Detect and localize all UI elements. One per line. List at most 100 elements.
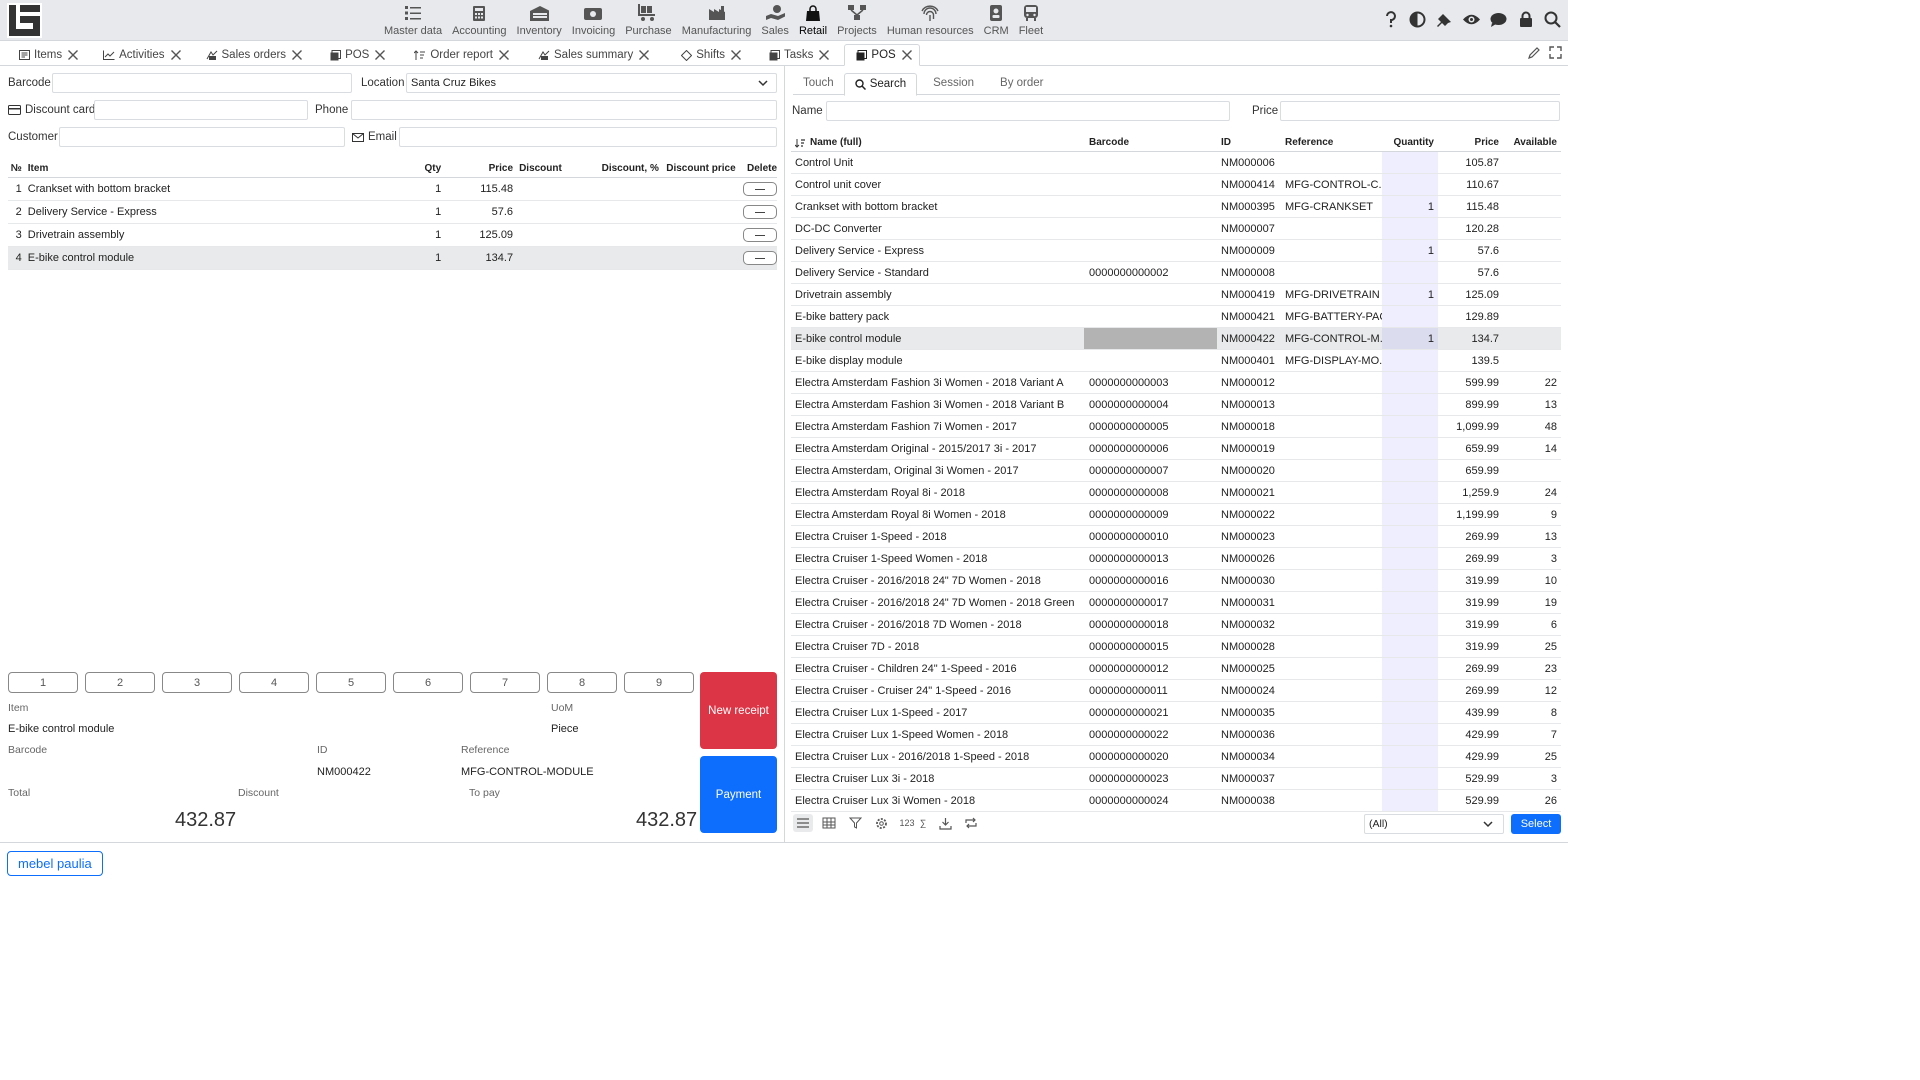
product-quantity[interactable] bbox=[1382, 306, 1438, 327]
product-quantity[interactable] bbox=[1382, 174, 1438, 195]
product-row[interactable]: Delivery Service - Standard 0000000000002… bbox=[791, 262, 1561, 284]
product-quantity[interactable] bbox=[1382, 372, 1438, 393]
col-name-full[interactable]: Name (full) bbox=[791, 137, 1084, 148]
product-row[interactable]: Drivetrain assembly NM000419 MFG-DRIVETRAI… bbox=[791, 284, 1561, 306]
discount-card-input[interactable] bbox=[94, 100, 308, 120]
table-view-icon[interactable] bbox=[819, 814, 839, 832]
product-row[interactable]: DC-DC Converter NM000007 120.28 bbox=[791, 218, 1561, 240]
module-retail[interactable]: Retail bbox=[794, 0, 832, 41]
row-qty[interactable]: 1 bbox=[385, 183, 441, 195]
product-row[interactable]: Electra Amsterdam Fashion 7i Women - 201… bbox=[791, 416, 1561, 438]
product-row[interactable]: Control Unit NM000006 105.87 bbox=[791, 152, 1561, 174]
product-quantity[interactable]: 1 bbox=[1382, 240, 1438, 261]
eye-icon[interactable] bbox=[1462, 10, 1481, 29]
numpad-key-4[interactable]: 4 bbox=[239, 672, 309, 693]
row-qty[interactable]: 1 bbox=[385, 229, 441, 241]
product-row[interactable]: Electra Amsterdam, Original 3i Women - 2… bbox=[791, 460, 1561, 482]
product-row[interactable]: Crankset with bottom bracket NM000395 MFG-… bbox=[791, 196, 1561, 218]
phone-input[interactable] bbox=[351, 100, 777, 120]
row-qty[interactable]: 1 bbox=[385, 252, 441, 264]
product-quantity[interactable] bbox=[1382, 262, 1438, 283]
theme-contrast-icon[interactable] bbox=[1408, 10, 1427, 29]
numbers-icon[interactable]: 123 bbox=[897, 814, 917, 832]
module-crm[interactable]: CRM bbox=[979, 0, 1014, 41]
product-quantity[interactable] bbox=[1382, 614, 1438, 635]
col-item[interactable]: Item bbox=[28, 163, 385, 174]
module-sales[interactable]: Sales bbox=[756, 0, 794, 41]
tab-activities[interactable]: Activities bbox=[93, 44, 187, 66]
product-row[interactable]: E-bike display module NM000401 MFG-DISPLAY… bbox=[791, 350, 1561, 372]
price-filter-input[interactable] bbox=[1280, 101, 1560, 121]
col-discount-price[interactable]: Discount price bbox=[663, 163, 735, 174]
product-quantity[interactable] bbox=[1382, 438, 1438, 459]
product-quantity[interactable]: 1 bbox=[1382, 328, 1438, 349]
tab-shifts[interactable]: Shifts bbox=[670, 44, 748, 66]
col-quantity[interactable]: Quantity bbox=[1382, 134, 1438, 151]
module-manufacturing[interactable]: Manufacturing bbox=[677, 0, 757, 41]
module-projects[interactable]: Projects bbox=[832, 0, 882, 41]
product-row[interactable]: Electra Cruiser Lux 3i - 2018 00000000000… bbox=[791, 768, 1561, 790]
search-icon[interactable] bbox=[1543, 10, 1562, 29]
product-row[interactable]: Electra Cruiser Lux 3i Women - 2018 00000… bbox=[791, 790, 1561, 812]
col-price[interactable]: Price bbox=[441, 163, 513, 174]
product-quantity[interactable] bbox=[1382, 548, 1438, 569]
chat-icon[interactable] bbox=[1489, 10, 1508, 29]
product-quantity[interactable] bbox=[1382, 460, 1438, 481]
delete-row-button[interactable] bbox=[743, 182, 778, 196]
product-row[interactable]: Electra Amsterdam Original - 2015/2017 3… bbox=[791, 438, 1561, 460]
tab-sales-summary[interactable]: Sales summary bbox=[528, 44, 656, 66]
delete-row-button[interactable] bbox=[743, 205, 778, 219]
product-row[interactable]: Electra Amsterdam Royal 8i Women - 2018 0… bbox=[791, 504, 1561, 526]
product-quantity[interactable] bbox=[1382, 350, 1438, 371]
receipt-row[interactable]: 4 E-bike control module 1 134.7 bbox=[8, 247, 778, 270]
module-invoicing[interactable]: Invoicing bbox=[567, 0, 620, 41]
product-quantity[interactable] bbox=[1382, 680, 1438, 701]
close-icon[interactable] bbox=[291, 49, 303, 61]
select-button[interactable]: Select bbox=[1511, 814, 1561, 834]
name-filter-input[interactable] bbox=[826, 101, 1230, 121]
module-fleet[interactable]: Fleet bbox=[1014, 0, 1048, 41]
pin-icon[interactable] bbox=[1435, 10, 1454, 29]
col-number[interactable]: № bbox=[8, 163, 28, 174]
product-quantity[interactable] bbox=[1382, 570, 1438, 591]
product-quantity[interactable] bbox=[1382, 702, 1438, 723]
product-row[interactable]: Delivery Service - Express NM000009 1 57.6 bbox=[791, 240, 1561, 262]
product-row[interactable]: E-bike battery pack NM000421 MFG-BATTERY-P… bbox=[791, 306, 1561, 328]
user-button[interactable]: mebel paulia bbox=[7, 851, 103, 876]
product-row[interactable]: Electra Cruiser 1-Speed - 2018 0000000000… bbox=[791, 526, 1561, 548]
product-row[interactable]: E-bike control module NM000422 MFG-CONTROL… bbox=[791, 328, 1561, 350]
product-quantity[interactable] bbox=[1382, 416, 1438, 437]
numpad-key-3[interactable]: 3 bbox=[162, 672, 232, 693]
close-icon[interactable] bbox=[170, 49, 182, 61]
product-row[interactable]: Electra Cruiser Lux - 2016/2018 1-Speed … bbox=[791, 746, 1561, 768]
module-purchase[interactable]: Purchase bbox=[620, 0, 676, 41]
product-quantity[interactable] bbox=[1382, 482, 1438, 503]
close-icon[interactable] bbox=[901, 49, 913, 61]
product-row[interactable]: Electra Cruiser - 2016/2018 24" 7D Women… bbox=[791, 570, 1561, 592]
module-accounting[interactable]: Accounting bbox=[447, 0, 511, 41]
numpad-key-6[interactable]: 6 bbox=[393, 672, 463, 693]
lock-icon[interactable] bbox=[1516, 10, 1535, 29]
product-quantity[interactable] bbox=[1382, 768, 1438, 789]
numpad-key-8[interactable]: 8 bbox=[547, 672, 617, 693]
product-row[interactable]: Electra Amsterdam Royal 8i - 2018 0000000… bbox=[791, 482, 1561, 504]
customer-input[interactable] bbox=[59, 127, 345, 147]
delete-row-button[interactable] bbox=[743, 228, 778, 242]
col-discount-pct[interactable]: Discount, % bbox=[572, 163, 663, 174]
sum-icon[interactable]: ∑ bbox=[917, 814, 929, 832]
product-quantity[interactable]: 1 bbox=[1382, 284, 1438, 305]
product-row[interactable]: Electra Cruiser - Children 24" 1-Speed -… bbox=[791, 658, 1561, 680]
product-row[interactable]: Electra Amsterdam Fashion 3i Women - 201… bbox=[791, 394, 1561, 416]
receipt-row[interactable]: 3 Drivetrain assembly 1 125.09 bbox=[8, 224, 778, 247]
barcode-input[interactable] bbox=[52, 73, 352, 93]
col-price[interactable]: Price bbox=[1438, 137, 1503, 148]
product-quantity[interactable] bbox=[1382, 218, 1438, 239]
receipt-row[interactable]: 1 Crankset with bottom bracket 1 115.48 bbox=[8, 178, 778, 201]
tab-search[interactable]: Search bbox=[843, 73, 918, 96]
payment-button[interactable]: Payment bbox=[700, 756, 777, 833]
download-icon[interactable] bbox=[935, 814, 955, 832]
edit-pencil-icon[interactable] bbox=[1528, 46, 1541, 62]
product-quantity[interactable] bbox=[1382, 592, 1438, 613]
close-icon[interactable] bbox=[638, 49, 650, 61]
product-row[interactable]: Control unit cover NM000414 MFG-CONTROL-C.… bbox=[791, 174, 1561, 196]
